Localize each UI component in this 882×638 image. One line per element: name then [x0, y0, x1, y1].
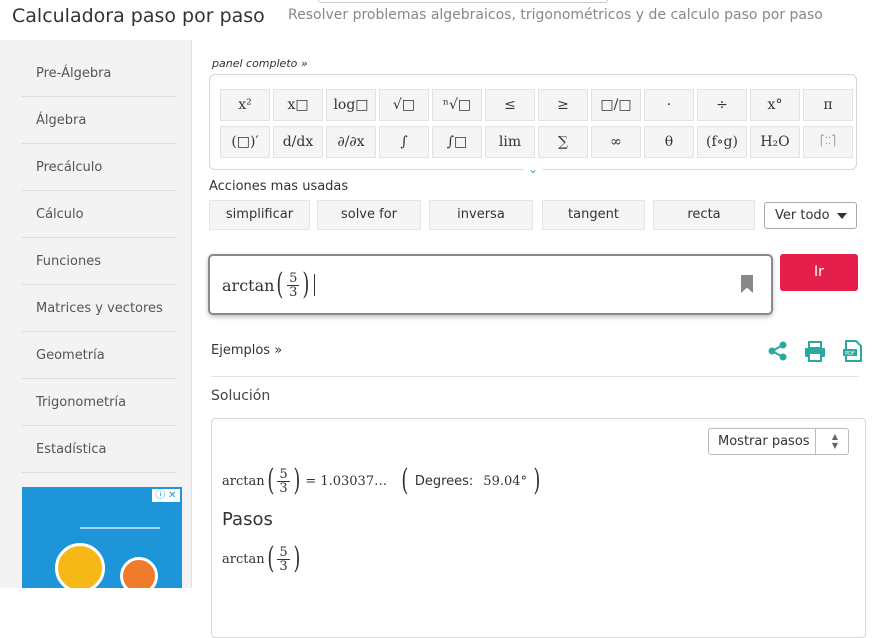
- step-expression: arctan ( 5 3 ): [222, 541, 302, 577]
- action-simplificar-button[interactable]: simplificar: [209, 200, 310, 230]
- top-bar: Calculadora paso por paso Resolver probl…: [0, 0, 882, 40]
- degrees-value: 59.04°: [483, 473, 528, 489]
- solution-heading: Solución: [211, 388, 271, 404]
- sidebar-item-funciones[interactable]: Funciones: [22, 238, 176, 285]
- key-theta[interactable]: θ: [644, 126, 694, 158]
- input-denominator: 3: [289, 284, 298, 300]
- show-steps-label: Mostrar pasos: [718, 434, 810, 449]
- sidebar-item-estadistica[interactable]: Estadística: [22, 426, 176, 473]
- show-steps-select[interactable]: Mostrar pasos ▲ ▼: [708, 428, 849, 455]
- left-paren: (: [276, 267, 284, 302]
- key-degree[interactable]: x°: [750, 89, 800, 121]
- key-limit[interactable]: lim: [485, 126, 535, 158]
- key-leq[interactable]: ≤: [485, 89, 535, 121]
- key-matrix[interactable]: ⎡⁚⁚⎤: [803, 126, 853, 158]
- input-numerator: 5: [287, 270, 300, 286]
- sidebar-item-algebra[interactable]: Álgebra: [22, 97, 176, 144]
- key-square[interactable]: x²: [220, 89, 270, 121]
- input-fraction: 5 3: [287, 270, 300, 300]
- result-value: = 1.03037…: [305, 473, 388, 489]
- left-paren: (: [401, 463, 409, 498]
- ad-decoration: [80, 527, 160, 529]
- steps-heading: Pasos: [222, 509, 273, 530]
- select-separator: [815, 429, 816, 454]
- ver-todo-label: Ver todo: [775, 208, 830, 223]
- ad-document-icon: [120, 557, 158, 588]
- result-numerator: 5: [277, 466, 290, 482]
- degrees-label: Degrees:: [414, 473, 474, 489]
- up-down-arrows-icon: ▲ ▼: [831, 432, 838, 450]
- print-icon[interactable]: [804, 340, 826, 362]
- key-pi[interactable]: π: [803, 89, 853, 121]
- key-chemistry[interactable]: H₂O: [750, 126, 800, 158]
- key-sum[interactable]: ∑: [538, 126, 588, 158]
- action-solve-for-button[interactable]: solve for: [317, 200, 421, 230]
- main-content: panel completo » x² x□ log□ √□ ⁿ√□ ≤ ≥ □…: [193, 40, 882, 638]
- step-numerator: 5: [277, 544, 290, 560]
- sidebar-item-pre-algebra[interactable]: Pre-Álgebra: [22, 50, 176, 97]
- caret-down-icon: [837, 213, 847, 219]
- key-derivative[interactable]: d/dx: [273, 126, 323, 158]
- left-paren: (: [266, 541, 274, 576]
- solution-panel: Mostrar pasos ▲ ▼ arctan ( 5 3 ) = 1.0303…: [211, 418, 866, 638]
- key-definite-integral[interactable]: ∫□: [432, 126, 482, 158]
- expression-display: arctan ( 5 3 ): [222, 267, 316, 302]
- step-fraction: 5 3: [277, 544, 290, 574]
- right-paren: ): [292, 541, 300, 576]
- key-divide[interactable]: ÷: [697, 89, 747, 121]
- key-prime[interactable]: (□)′: [220, 126, 270, 158]
- chevron-down-icon[interactable]: ⌄: [523, 163, 543, 177]
- result-fraction: 5 3: [277, 466, 290, 496]
- step-function: arctan: [222, 551, 265, 567]
- text-cursor: [314, 274, 316, 296]
- math-keypad: x² x□ log□ √□ ⁿ√□ ≤ ≥ □/□ · ÷ x° π (□)′ …: [209, 74, 857, 170]
- svg-text:PDF: PDF: [845, 351, 855, 357]
- examples-link[interactable]: Ejemplos »: [211, 343, 282, 358]
- key-log[interactable]: log□: [326, 89, 376, 121]
- sidebar-item-trigonometria[interactable]: Trigonometría: [22, 379, 176, 426]
- action-inversa-button[interactable]: inversa: [429, 200, 533, 230]
- ad-close-icon[interactable]: ⓘ ✕: [152, 489, 180, 502]
- key-power[interactable]: x□: [273, 89, 323, 121]
- key-nth-root[interactable]: ⁿ√□: [432, 89, 482, 121]
- key-geq[interactable]: ≥: [538, 89, 588, 121]
- pdf-icon[interactable]: PDF: [842, 340, 864, 362]
- sidebar-item-geometria[interactable]: Geometría: [22, 332, 176, 379]
- expression-input[interactable]: arctan ( 5 3 ): [208, 254, 773, 315]
- bookmark-icon[interactable]: [741, 275, 753, 293]
- key-integral[interactable]: ∫: [379, 126, 429, 158]
- result-expression: arctan ( 5 3 ) = 1.03037… ( Degrees: 59.…: [222, 463, 543, 499]
- result-denominator: 3: [279, 480, 288, 496]
- key-composition[interactable]: (f∘g): [697, 126, 747, 158]
- sidebar-item-calculo[interactable]: Cálculo: [22, 191, 176, 238]
- sidebar-item-matrices[interactable]: Matrices y vectores: [22, 285, 176, 332]
- step-denominator: 3: [279, 558, 288, 574]
- key-sqrt[interactable]: √□: [379, 89, 429, 121]
- section-divider: [211, 376, 859, 377]
- result-function: arctan: [222, 473, 265, 489]
- key-infinity[interactable]: ∞: [591, 126, 641, 158]
- key-fraction[interactable]: □/□: [591, 89, 641, 121]
- left-paren: (: [266, 463, 274, 498]
- sidebar-item-precalculo[interactable]: Precálculo: [22, 144, 176, 191]
- action-tangent-button[interactable]: tangent: [542, 200, 645, 230]
- go-button[interactable]: Ir: [780, 254, 858, 291]
- key-dot[interactable]: ·: [644, 89, 694, 121]
- ad-worker-icon: [55, 543, 105, 588]
- share-icon[interactable]: [767, 340, 789, 362]
- right-paren: ): [292, 463, 300, 498]
- right-paren: ): [533, 463, 541, 498]
- full-panel-link[interactable]: panel completo »: [212, 57, 308, 70]
- input-function: arctan: [222, 275, 275, 295]
- advertisement[interactable]: ⓘ ✕: [22, 487, 182, 588]
- right-paren: ): [302, 267, 310, 302]
- ver-todo-dropdown[interactable]: Ver todo: [764, 202, 857, 229]
- app-subtitle: Resolver problemas algebraicos, trigonom…: [288, 7, 823, 23]
- app-title: Calculadora paso por paso: [12, 5, 265, 27]
- action-recta-button[interactable]: recta: [653, 200, 755, 230]
- key-partial[interactable]: ∂/∂x: [326, 126, 376, 158]
- search-bar-edge: [318, 0, 608, 3]
- actions-label: Acciones mas usadas: [209, 179, 349, 194]
